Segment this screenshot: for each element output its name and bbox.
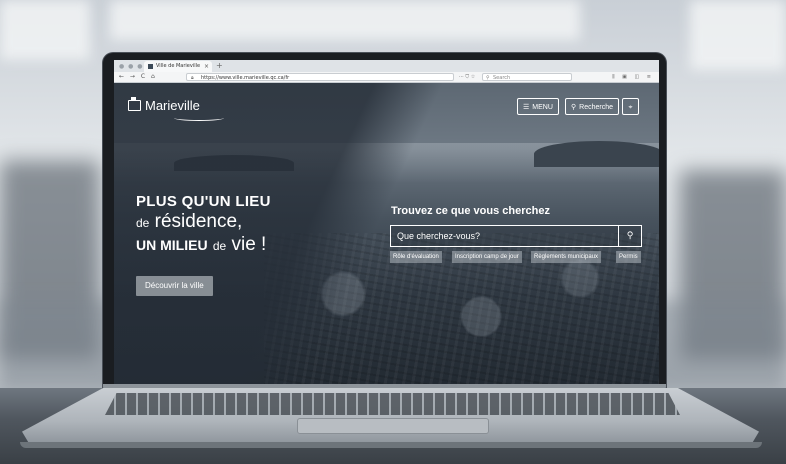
new-tab-button[interactable]: +	[216, 60, 223, 72]
search-icon: ⚲	[486, 75, 490, 81]
browser-search-placeholder: Search	[493, 75, 511, 81]
background-window	[0, 0, 90, 60]
lock-icon: 🔒︎	[191, 75, 194, 81]
headline-line-3: UN MILIEU de vie !	[136, 234, 267, 255]
logo-icon	[128, 97, 141, 111]
quick-link-reglements[interactable]: Règlements municipaux	[531, 251, 602, 263]
laptop-keyboard	[105, 393, 680, 415]
laptop-screen: ● ● ● Ville de Marieville × + ← → C ⌂ 🔒︎…	[114, 60, 659, 385]
toolbar-icons[interactable]: ⫼ ▣ ◫ ≡	[612, 72, 654, 82]
hero-headline: PLUS QU'UN LIEU de résidence, UN MILIEU …	[136, 193, 271, 257]
favicon-icon	[148, 64, 153, 69]
site-logo[interactable]: Marieville	[128, 97, 224, 121]
background-window	[110, 0, 580, 40]
menu-icon: ☰	[523, 104, 530, 111]
menu-label: MENU	[532, 104, 553, 111]
search-submit-button[interactable]: ⚲	[618, 226, 641, 246]
search-icon: ⚲	[626, 231, 634, 241]
background-window	[690, 0, 786, 70]
quick-link-role-evaluation[interactable]: Rôle d'évaluation	[390, 251, 442, 263]
browser-search-field[interactable]: ⚲ Search	[482, 73, 572, 81]
logo-swoosh	[174, 115, 224, 121]
window-controls[interactable]: ● ● ●	[119, 63, 144, 70]
search-icon: ⚲	[571, 104, 577, 111]
laptop-trackpad	[297, 418, 489, 434]
location-button[interactable]: ⌖	[622, 98, 639, 115]
search-heading: Trouvez ce que vous cherchez	[391, 205, 550, 217]
site-search-input[interactable]	[391, 226, 619, 246]
page-actions[interactable]: ··· ⛉ ☆	[459, 72, 475, 82]
logo-text: Marieville	[145, 98, 200, 113]
browser-toolbar: ← → C ⌂ 🔒︎ https://www.ville.marieville.…	[114, 72, 659, 83]
headline-line-1: PLUS QU'UN LIEU	[136, 193, 271, 210]
quick-link-camp-de-jour[interactable]: Inscription camp de jour	[452, 251, 522, 263]
menu-button[interactable]: ☰ MENU	[517, 98, 559, 115]
discover-city-button[interactable]: Découvrir la ville	[136, 276, 213, 296]
close-icon[interactable]: ×	[204, 61, 209, 72]
tab-title: Ville de Marieville	[156, 63, 201, 69]
browser-tab-strip: ● ● ● Ville de Marieville × +	[114, 60, 659, 72]
navigation-buttons[interactable]: ← → C ⌂	[119, 72, 157, 82]
address-bar[interactable]: 🔒︎ https://www.ville.marieville.qc.ca/fr	[186, 73, 454, 81]
browser-tab[interactable]: Ville de Marieville ×	[144, 61, 212, 72]
search-label: Recherche	[579, 104, 613, 111]
quick-link-permis[interactable]: Permis	[616, 251, 641, 263]
search-button[interactable]: ⚲ Recherche	[565, 98, 619, 115]
headline-line-2: de résidence,	[136, 211, 243, 232]
url-text: https://www.ville.marieville.qc.ca/fr	[201, 75, 290, 81]
location-pin-icon: ⌖	[628, 104, 633, 111]
site-search-box: ⚲	[390, 225, 642, 247]
laptop-front-edge	[20, 442, 762, 448]
website-page: Marieville ☰ MENU ⚲ Recherche ⌖ PLUS QU'UN…	[114, 83, 659, 385]
